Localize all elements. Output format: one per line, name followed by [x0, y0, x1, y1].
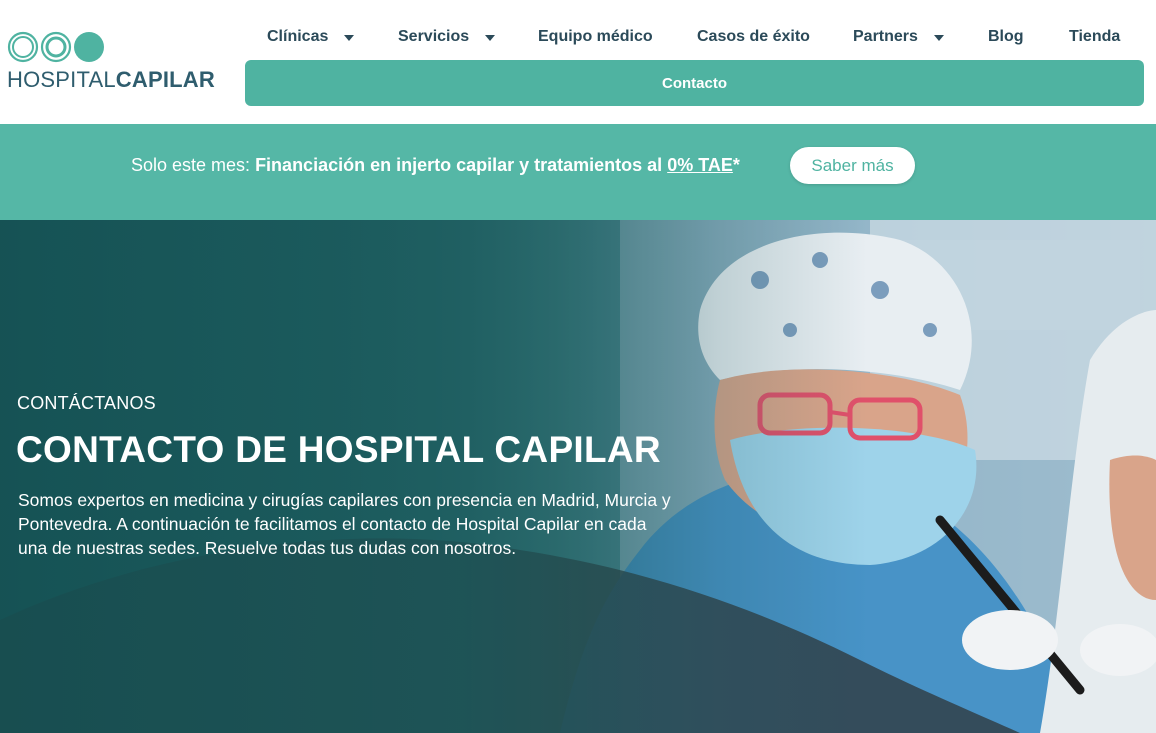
nav-item-blog[interactable]: Blog — [988, 22, 1024, 52]
nav-item-label: Tienda — [1069, 28, 1121, 45]
nav-item-label: Blog — [988, 28, 1024, 45]
nav-item-casos-de-exito[interactable]: Casos de éxito — [697, 22, 810, 52]
promo-tae-link[interactable]: 0% TAE — [667, 155, 733, 175]
nav-item-label: Partners — [853, 28, 918, 45]
promo-asterisk: * — [732, 155, 740, 175]
promo-highlight: Financiación en injerto capilar y tratam… — [255, 155, 668, 175]
hero-description: Somos expertos en medicina y cirugías ca… — [18, 490, 671, 558]
logo-wordmark: HOSPITALCAPILAR — [7, 67, 215, 93]
page-title: CONTACTO DE HOSPITAL CAPILAR — [16, 429, 661, 470]
nav-item-label: Equipo médico — [538, 28, 653, 45]
hero-eyebrow: CONTÁCTANOS — [17, 393, 156, 413]
nav-item-tienda[interactable]: Tienda — [1069, 22, 1120, 52]
nav-item-label: Casos de éxito — [697, 28, 810, 45]
contact-button[interactable]: Contacto — [245, 60, 1144, 106]
hospital-capilar-logo[interactable]: HOSPITALCAPILAR — [6, 30, 216, 92]
logo-text-thin: HOSPITAL — [7, 67, 116, 92]
main-nav: Clínicas Servicios Equipo médico Casos d… — [245, 22, 1145, 52]
caret-down-icon — [485, 35, 496, 41]
hero-overlay — [0, 220, 1156, 733]
hero-section: CONTÁCTANOS CONTACTO DE HOSPITAL CAPILAR… — [0, 220, 1156, 733]
promo-banner: Solo este mes: Financiación en injerto c… — [0, 124, 1156, 220]
nav-item-label: Servicios — [398, 28, 470, 45]
caret-down-icon — [344, 35, 355, 41]
nav-item-equipo-medico[interactable]: Equipo médico — [538, 22, 653, 52]
logo-circles-icon — [7, 31, 104, 63]
nav-item-partners[interactable]: Partners — [853, 22, 944, 52]
nav-item-servicios[interactable]: Servicios — [398, 22, 496, 52]
saber-mas-button[interactable]: Saber más — [790, 147, 915, 184]
nav-item-clinicas[interactable]: Clínicas — [267, 22, 355, 52]
promo-text: Solo este mes: Financiación en injerto c… — [131, 155, 740, 176]
promo-prefix: Solo este mes: — [131, 155, 256, 175]
caret-down-icon — [933, 35, 944, 41]
logo-text-bold: CAPILAR — [115, 67, 215, 92]
site-header: HOSPITALCAPILAR Clínicas Servicios Equip… — [0, 0, 1156, 124]
nav-item-label: Clínicas — [267, 28, 329, 45]
